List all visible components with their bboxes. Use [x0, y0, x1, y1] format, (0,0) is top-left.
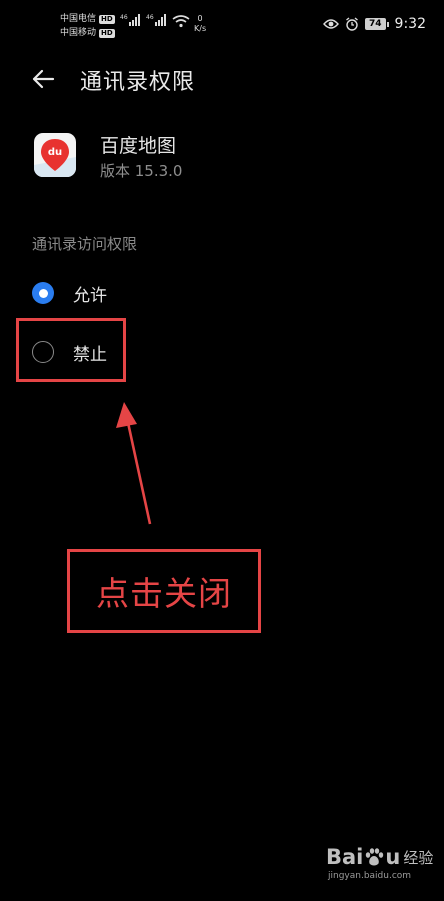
carrier-1-label: 中国电信: [60, 14, 97, 24]
page-title: 通讯录权限: [80, 70, 196, 95]
app-name: 百度地图: [100, 135, 177, 157]
signal-tag: 46: [120, 14, 128, 21]
watermark-jingyan: 经验: [403, 848, 434, 867]
status-bar: 中国电信 HD 中国移动 HD 46 46 0 K/s 74 9:32: [0, 0, 444, 52]
signal-tag: 46: [146, 14, 154, 21]
option-allow[interactable]: 允许: [28, 273, 288, 313]
watermark-brand-left: Bai: [326, 845, 364, 869]
speed-unit: K/s: [194, 24, 207, 33]
annotation-arrow-icon: [116, 402, 152, 525]
carrier-2-label: 中国移动: [60, 28, 97, 38]
status-right: 74 9:32: [323, 16, 426, 32]
section-label: 通讯录访问权限: [32, 235, 138, 253]
header: 通讯录权限: [0, 52, 444, 104]
baidu-maps-app-icon: du: [34, 133, 76, 177]
back-button[interactable]: [26, 62, 60, 96]
app-version: 版本 15.3.0: [100, 162, 183, 180]
battery-level: 74: [365, 18, 386, 30]
eye-comfort-icon: [323, 19, 339, 29]
annotation-callout-text: 点击关闭: [96, 574, 232, 613]
alarm-icon: [346, 17, 358, 31]
clock: 9:32: [394, 16, 426, 32]
back-arrow-icon: [32, 69, 55, 89]
signal-strength-icon: 46: [120, 14, 141, 26]
watermark-url: jingyan.baidu.com: [328, 871, 412, 881]
network-speed: 0 K/s: [194, 14, 206, 34]
watermark-brand-right: u: [385, 845, 401, 869]
battery-icon: 74: [365, 18, 389, 30]
annotation-callout-box: 点击关闭: [67, 549, 261, 633]
wifi-icon: [172, 15, 190, 28]
hd-badge: HD: [99, 14, 115, 24]
annotation-highlight-box: [16, 318, 126, 382]
hd-badge: HD: [99, 28, 115, 38]
baidu-paw-icon: [366, 848, 384, 866]
baidu-jingyan-watermark: Bai u 经验 jingyan.baidu.com: [326, 845, 436, 895]
app-icon-text: du: [48, 147, 62, 158]
radio-checked-icon[interactable]: [32, 282, 54, 304]
signal-strength-icon: 46: [146, 14, 167, 26]
app-info: du 百度地图 版本 15.3.0: [34, 131, 414, 181]
option-allow-label: 允许: [73, 285, 107, 306]
carrier-info: 中国电信 HD 中国移动 HD: [60, 12, 115, 40]
speed-value: 0: [197, 14, 203, 23]
